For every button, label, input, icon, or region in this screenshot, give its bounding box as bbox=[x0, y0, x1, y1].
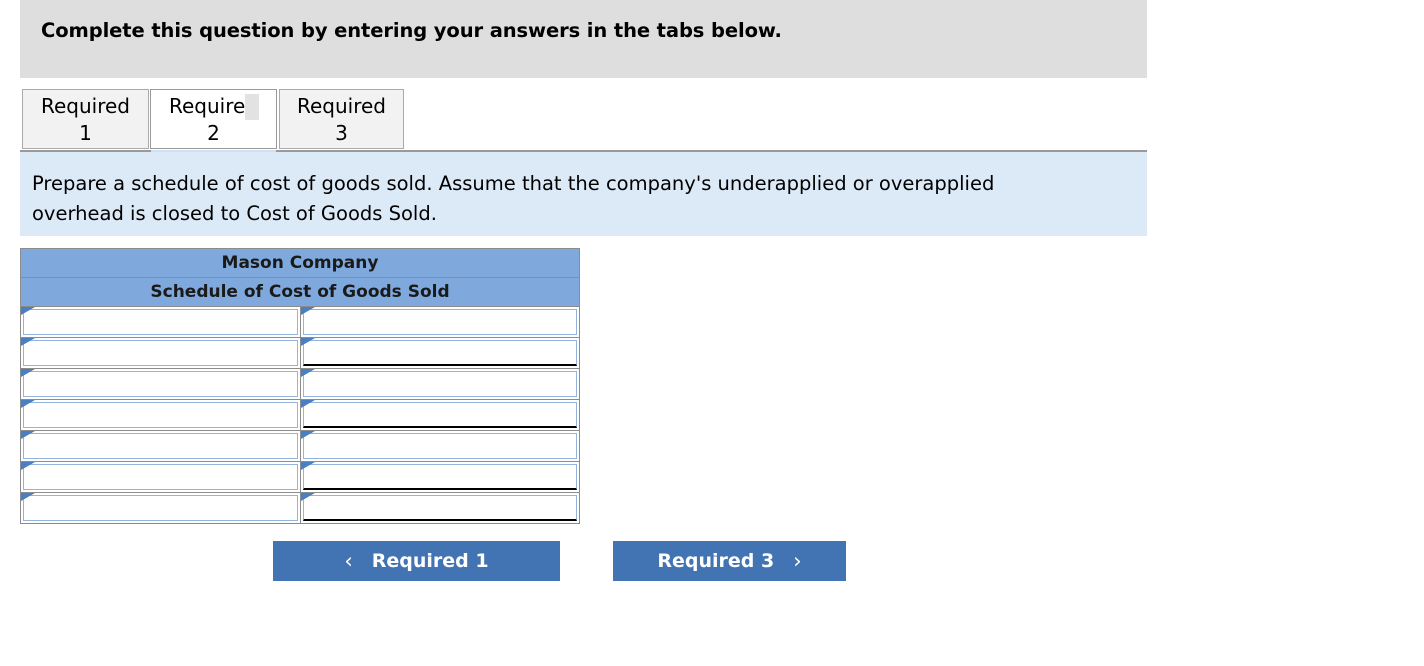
tab-selection-highlight bbox=[245, 94, 259, 120]
worksheet-label-cell bbox=[20, 461, 301, 493]
cell-dropdown-marker-icon[interactable] bbox=[21, 369, 35, 377]
worksheet-row bbox=[20, 461, 580, 493]
tab-label-line1: Required bbox=[296, 94, 386, 118]
worksheet-title-row-1: Mason Company bbox=[20, 248, 580, 278]
cell-dropdown-marker-icon[interactable] bbox=[300, 369, 315, 377]
worksheet-label-input[interactable] bbox=[23, 495, 298, 521]
cell-dropdown-marker-icon[interactable] bbox=[21, 307, 35, 315]
tab-required-3[interactable]: Required 3 bbox=[279, 89, 404, 149]
worksheet-amount-input[interactable] bbox=[302, 309, 577, 335]
tab-label-line1: Required bbox=[40, 94, 130, 118]
worksheet-amount-input[interactable] bbox=[302, 495, 577, 521]
cell-dropdown-marker-icon[interactable] bbox=[21, 462, 35, 470]
cell-dropdown-marker-icon[interactable] bbox=[300, 307, 315, 315]
worksheet-row bbox=[20, 306, 580, 338]
worksheet-label-cell bbox=[20, 368, 301, 400]
instruction-text: Prepare a schedule of cost of goods sold… bbox=[32, 172, 995, 225]
worksheet-label-input[interactable] bbox=[23, 340, 298, 366]
worksheet-row bbox=[20, 337, 580, 369]
worksheet-amount-cell bbox=[299, 461, 580, 493]
tab-label-line2: 1 bbox=[79, 121, 92, 145]
previous-required-1-button[interactable]: ‹ Required 1 bbox=[273, 541, 560, 581]
cell-dropdown-marker-icon[interactable] bbox=[300, 400, 315, 408]
instruction-panel: Prepare a schedule of cost of goods sold… bbox=[20, 152, 1147, 236]
tab-required-1[interactable]: Required 1 bbox=[22, 89, 149, 149]
worksheet-amount-cell bbox=[299, 399, 580, 431]
worksheet-label-input[interactable] bbox=[23, 402, 298, 428]
worksheet-amount-cell bbox=[299, 337, 580, 369]
worksheet-amount-cell bbox=[299, 306, 580, 338]
tab-label-line2: 3 bbox=[335, 121, 348, 145]
question-banner-text: Complete this question by entering your … bbox=[41, 19, 782, 42]
worksheet-title-row-2: Schedule of Cost of Goods Sold bbox=[20, 277, 580, 307]
active-tab-joiner bbox=[151, 150, 276, 152]
chevron-left-icon: ‹ bbox=[344, 548, 353, 573]
worksheet-row bbox=[20, 492, 580, 524]
next-button-label: Required 3 bbox=[657, 550, 775, 572]
worksheet-amount-input[interactable] bbox=[302, 371, 577, 397]
worksheet-label-input[interactable] bbox=[23, 464, 298, 490]
cell-dropdown-marker-icon[interactable] bbox=[300, 338, 315, 346]
worksheet-label-input[interactable] bbox=[23, 371, 298, 397]
cost-of-goods-sold-worksheet: Mason Company Schedule of Cost of Goods … bbox=[20, 248, 580, 524]
worksheet-amount-cell bbox=[299, 368, 580, 400]
cell-dropdown-marker-icon[interactable] bbox=[300, 462, 315, 470]
worksheet-row bbox=[20, 368, 580, 400]
cell-dropdown-marker-icon[interactable] bbox=[300, 431, 315, 439]
worksheet-amount-input[interactable] bbox=[302, 340, 577, 366]
worksheet-amount-input[interactable] bbox=[302, 464, 577, 490]
tab-strip: Required 1 Required 2 Required 3 bbox=[20, 89, 1147, 151]
worksheet-amount-cell bbox=[299, 430, 580, 462]
worksheet-amount-cell bbox=[299, 492, 580, 524]
worksheet-label-input[interactable] bbox=[23, 309, 298, 335]
worksheet-label-cell bbox=[20, 399, 301, 431]
worksheet-row bbox=[20, 430, 580, 462]
tab-required-2[interactable]: Required 2 bbox=[150, 89, 277, 149]
worksheet-amount-input[interactable] bbox=[302, 433, 577, 459]
previous-button-label: Required 1 bbox=[371, 550, 489, 572]
cell-dropdown-marker-icon[interactable] bbox=[300, 493, 315, 501]
worksheet-label-cell bbox=[20, 492, 301, 524]
worksheet-label-cell bbox=[20, 337, 301, 369]
cell-dropdown-marker-icon[interactable] bbox=[21, 493, 35, 501]
next-required-3-button[interactable]: Required 3 › bbox=[613, 541, 846, 581]
cell-dropdown-marker-icon[interactable] bbox=[21, 431, 35, 439]
worksheet-amount-input[interactable] bbox=[302, 402, 577, 428]
worksheet-label-cell bbox=[20, 430, 301, 462]
cell-dropdown-marker-icon[interactable] bbox=[21, 400, 35, 408]
worksheet-label-input[interactable] bbox=[23, 433, 298, 459]
worksheet-body: Mason Company Schedule of Cost of Goods … bbox=[20, 248, 580, 524]
worksheet-schedule-title: Schedule of Cost of Goods Sold bbox=[20, 277, 580, 307]
cell-dropdown-marker-icon[interactable] bbox=[21, 338, 35, 346]
worksheet-row bbox=[20, 399, 580, 431]
worksheet-company-title: Mason Company bbox=[20, 248, 580, 278]
chevron-right-icon: › bbox=[793, 548, 802, 573]
tab-label-line2: 2 bbox=[207, 121, 220, 145]
question-banner: Complete this question by entering your … bbox=[20, 0, 1147, 78]
worksheet-label-cell bbox=[20, 306, 301, 338]
